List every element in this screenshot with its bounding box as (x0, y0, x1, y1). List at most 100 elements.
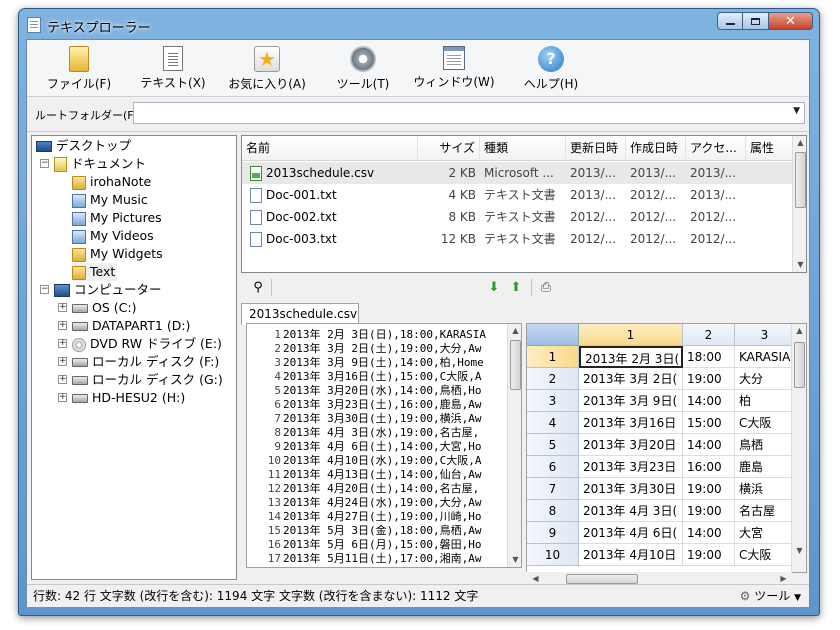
grid-cell[interactable]: 2013年 3月20日 (579, 434, 683, 456)
column-header-size[interactable]: サイズ (418, 136, 480, 160)
grid-row-header[interactable]: 7 (527, 478, 579, 500)
grid-cell[interactable]: 2013年 3月23日 (579, 456, 683, 478)
grid-row-header[interactable]: 1 (527, 346, 579, 368)
menu-window[interactable]: ウィンドウ(W) (409, 46, 499, 96)
scroll-up-icon[interactable]: ▲ (792, 324, 806, 338)
editor-line[interactable]: 2013年 5月 3日(金),18:00,鳥栖,Aw (283, 524, 509, 538)
grid-cell[interactable]: 15:00 (683, 412, 735, 434)
file-list[interactable]: 名前 サイズ 種類 更新日時 作成日時 アクセ... 属性 2013schedu… (241, 135, 807, 273)
editor-line[interactable]: 2013年 3月16日(土),15:00,C大阪,A (283, 370, 509, 384)
file-row[interactable]: Doc-003.txt 12 KB テキスト文書 2012/... 2012/.… (242, 228, 794, 250)
grid-cell[interactable]: 名古屋 (735, 500, 795, 522)
tree-item-drive-f[interactable]: ローカル ディスク (F:) (72, 353, 219, 371)
tree-item-my-music[interactable]: My Music (72, 191, 148, 209)
tab-2013schedule[interactable]: 2013schedule.csv (241, 303, 359, 325)
menu-file[interactable]: ファイル(F) (41, 46, 117, 96)
column-header-name[interactable]: 名前 (242, 136, 418, 160)
editor-line[interactable]: 2013年 3月 9日(土),14:00,柏,Home (283, 356, 509, 370)
scroll-thumb[interactable] (566, 574, 638, 584)
grid-column-header[interactable]: 3 (735, 324, 795, 346)
grid-cell[interactable]: 2013年 4月 6日( (579, 522, 683, 544)
scroll-thumb[interactable] (795, 152, 806, 208)
tree-item-drive-e[interactable]: DVD RW ドライブ (E:) (72, 335, 222, 353)
editor-line[interactable]: 2013年 4月24日(水),19:00,大分,Aw (283, 496, 509, 510)
grid-cell[interactable]: 2013年 4月 3日( (579, 500, 683, 522)
column-header-accessed[interactable]: アクセ... (686, 136, 746, 160)
file-list-scrollbar[interactable]: ▲ ▼ (792, 136, 806, 272)
editor-line[interactable]: 2013年 4月27日(土),19:00,川崎,Ho (283, 510, 509, 524)
editor-line[interactable]: 2013年 5月11日(土),17:00,湘南,Aw (283, 552, 509, 566)
tree-item-my-widgets[interactable]: My Widgets (72, 245, 163, 263)
tree-item-drive-g[interactable]: ローカル ディスク (G:) (72, 371, 223, 389)
grid-cell[interactable]: 柏 (735, 390, 795, 412)
grid-cell[interactable]: 19:00 (683, 500, 735, 522)
editor-line[interactable]: 2013年 2月 3日(日),18:00,KARASIA (283, 328, 509, 342)
editor-line[interactable]: 2013年 5月 6日(月),15:00,磐田,Ho (283, 538, 509, 552)
collapse-toggle-icon[interactable]: − (40, 285, 49, 294)
data-grid[interactable]: ▲ ▼ 1 2 3 1 2013年 2月 3日(18:00 KARASIA 2 2013年 3… (526, 323, 807, 573)
editor-line[interactable]: 2013年 3月20日(水),14:00,鳥栖,Ho (283, 384, 509, 398)
tree-item-my-pictures[interactable]: My Pictures (72, 209, 162, 227)
grid-select-all[interactable] (527, 324, 579, 346)
file-row[interactable]: Doc-002.txt 8 KB テキスト文書 2012/... 2012/..… (242, 206, 794, 228)
expand-toggle-icon[interactable]: + (58, 375, 67, 384)
grid-cell[interactable]: 2013年 3月16日 (579, 412, 683, 434)
grid-cell[interactable]: 横浜 (735, 478, 795, 500)
column-header-created[interactable]: 作成日時 (626, 136, 686, 160)
grid-cell[interactable]: 19:00 (683, 368, 735, 390)
grid-cell[interactable]: 14:00 (683, 522, 735, 544)
expand-toggle-icon[interactable]: + (58, 339, 67, 348)
editor-line[interactable]: 2013年 4月13日(土),14:00,仙台,Aw (283, 468, 509, 482)
grid-row-header[interactable]: 6 (527, 456, 579, 478)
grid-column-header[interactable]: 1 (579, 324, 683, 346)
scroll-thumb[interactable] (510, 340, 521, 390)
tree-item-my-videos[interactable]: My Videos (72, 227, 154, 245)
grid-row-header[interactable]: 9 (527, 522, 579, 544)
editor-line[interactable]: 2013年 4月 6日(土),14:00,大宮,Ho (283, 440, 509, 454)
file-row[interactable]: 2013schedule.csv 2 KB Microsoft ... 2013… (242, 162, 794, 184)
binoculars-icon[interactable]: ⚲ (249, 279, 267, 297)
editor-line[interactable]: 2013年 4月 3日(水),19:00,名古屋, (283, 426, 509, 440)
column-header-type[interactable]: 種類 (480, 136, 566, 160)
column-header-attributes[interactable]: 属性 (746, 136, 794, 160)
scroll-down-icon[interactable]: ▼ (508, 553, 521, 567)
folder-tree[interactable]: デスクトップ − ドキュメント irohaNote My Music My Pi… (31, 135, 237, 580)
editor-content[interactable]: 2013年 2月 3日(日),18:00,KARASIA 2013年 3月 2日(… (283, 328, 509, 566)
grid-cell[interactable]: 14:00 (683, 390, 735, 412)
tree-item-drive-h[interactable]: HD-HESU2 (H:) (72, 389, 185, 407)
tree-item-computer[interactable]: コンピューター (54, 281, 162, 299)
grid-column-header[interactable]: 2 (683, 324, 735, 346)
tree-item-irohanote[interactable]: irohaNote (72, 173, 151, 191)
grid-cell[interactable]: C大阪 (735, 412, 795, 434)
scroll-up-icon[interactable]: ▲ (793, 136, 806, 150)
grid-cell[interactable]: 2013年 3月30日 (579, 478, 683, 500)
grid-cell[interactable]: 鹿島 (735, 456, 795, 478)
status-tool-button[interactable]: ⚙ ツール ▼ (740, 585, 801, 609)
tree-item-text[interactable]: Text (72, 263, 118, 281)
expand-toggle-icon[interactable]: + (58, 303, 67, 312)
scroll-down-icon[interactable]: ▼ (792, 544, 806, 558)
tree-item-desktop[interactable]: デスクトップ (36, 137, 131, 155)
expand-toggle-icon[interactable]: + (58, 321, 67, 330)
editor-line[interactable]: 2013年 4月10日(水),19:00,C大阪,A (283, 454, 509, 468)
grid-cell[interactable]: 2013年 3月 2日( (579, 368, 683, 390)
root-folder-combo[interactable]: ▼ (133, 102, 805, 124)
grid-cell[interactable]: 18:00 (683, 346, 735, 368)
editor-line[interactable]: 2013年 3月30日(土),19:00,横浜,Aw (283, 412, 509, 426)
editor-line[interactable]: 2013年 3月23日(土),16:00,鹿島,Aw (283, 398, 509, 412)
editor-scrollbar[interactable]: ▲ ▼ (507, 324, 521, 567)
close-button[interactable]: ✕ (769, 12, 813, 30)
grid-cell[interactable]: 2013年 3月 9日( (579, 390, 683, 412)
minimize-button[interactable] (717, 12, 743, 30)
grid-cell[interactable]: C大阪 (735, 544, 795, 566)
grid-cell[interactable]: 2013年 4月10日 (579, 544, 683, 566)
grid-cell[interactable]: 14:00 (683, 434, 735, 456)
grid-row-header[interactable]: 3 (527, 390, 579, 412)
grid-scrollbar[interactable]: ▲ ▼ (791, 324, 806, 572)
tree-item-drive-c[interactable]: OS (C:) (72, 299, 136, 317)
grid-row-header[interactable]: 4 (527, 412, 579, 434)
tree-item-drive-d[interactable]: DATAPART1 (D:) (72, 317, 190, 335)
expand-toggle-icon[interactable]: + (58, 357, 67, 366)
expand-toggle-icon[interactable]: + (58, 393, 67, 402)
dropdown-arrow-icon[interactable]: ▼ (793, 106, 800, 116)
